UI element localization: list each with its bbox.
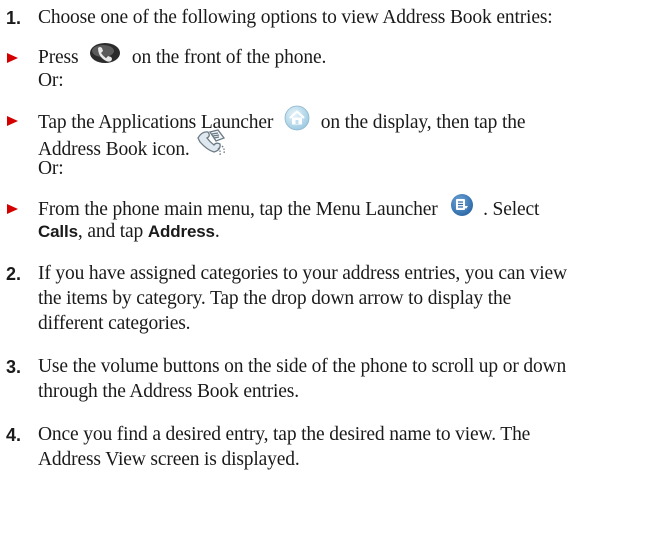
step-number: 4. <box>6 425 22 445</box>
step-number: 3. <box>6 357 22 377</box>
bullet-arrow-icon <box>7 195 21 219</box>
step-number: 1. <box>6 8 22 28</box>
or-label: Or: <box>38 158 64 179</box>
or-label: Or: <box>38 70 64 91</box>
phone-key-icon <box>89 42 121 71</box>
step-text: Choose one of the following options to v… <box>38 7 553 28</box>
bullet-arrow-icon <box>7 107 21 131</box>
step-number: 2. <box>6 264 22 284</box>
bullet-arrow-icon <box>7 44 21 68</box>
